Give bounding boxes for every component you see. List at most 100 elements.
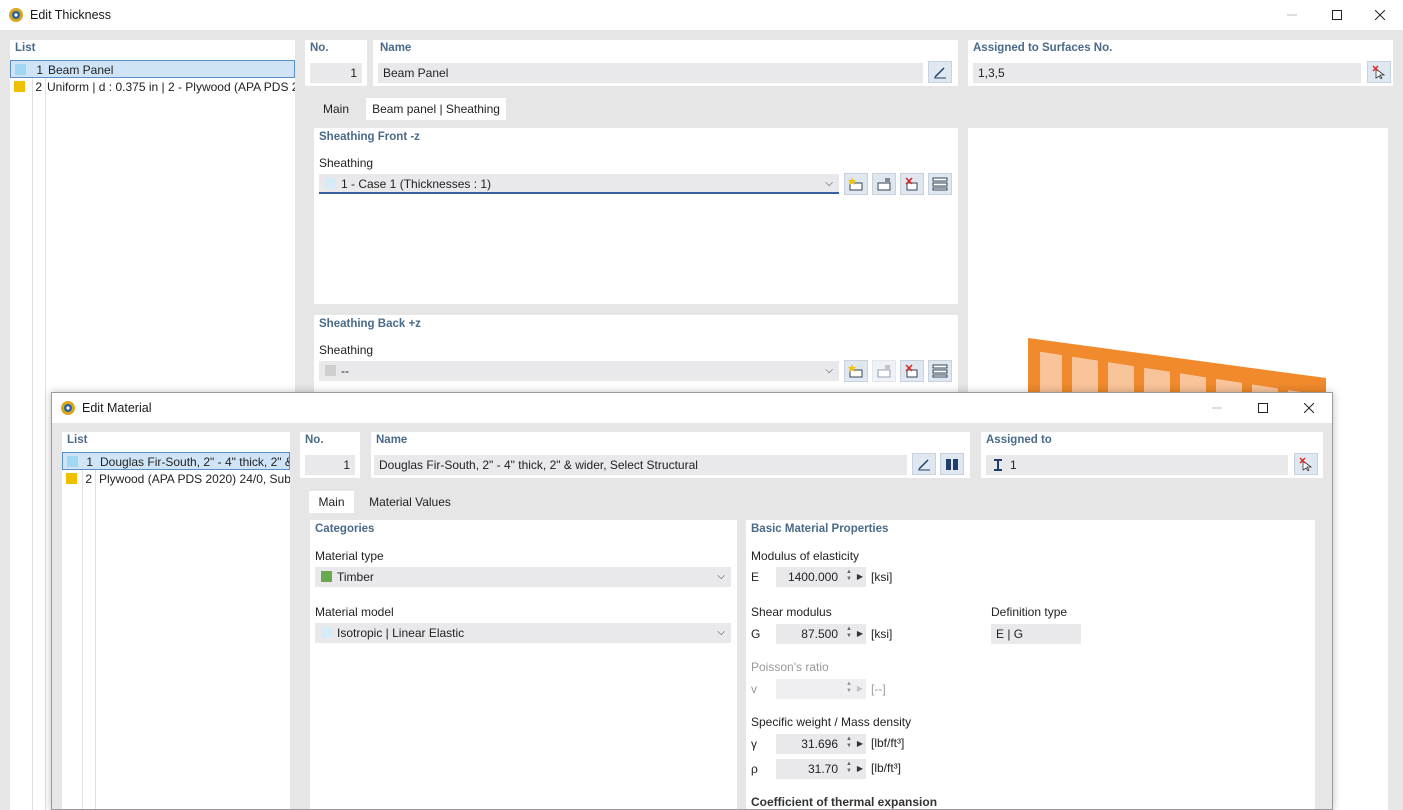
- sheathing-back-select[interactable]: -- ⌵: [319, 361, 839, 381]
- new-sheathing-button[interactable]: [844, 173, 868, 195]
- minimize-button[interactable]: [1269, 0, 1315, 30]
- material-list-panel: List 1 Douglas Fir-South, 2" - 4" thick,…: [62, 432, 290, 809]
- pick-surfaces-button[interactable]: [1367, 61, 1391, 83]
- minimize-icon: [1212, 407, 1222, 409]
- tab-material-values[interactable]: Material Values: [363, 491, 457, 513]
- material-model-select[interactable]: Isotropic | Linear Elastic ⌵: [315, 623, 731, 643]
- pick-assigned-button[interactable]: [1294, 453, 1318, 475]
- member-icon: [994, 459, 1002, 471]
- color-swatch: [15, 64, 26, 75]
- gamma-unit: [lbf/ft³]: [871, 736, 905, 750]
- pick-cursor-icon: [1372, 65, 1386, 79]
- list-icon: [932, 177, 948, 191]
- gamma-symbol: γ: [751, 737, 757, 751]
- thermal-expansion-label: Coefficient of thermal expansion: [751, 795, 938, 809]
- sheathing-back-panel: Sheathing Back +z Sheathing -- ⌵: [314, 315, 958, 395]
- list-item[interactable]: 1 Douglas Fir-South, 2" - 4" thick, 2" &…: [62, 452, 290, 470]
- close-button[interactable]: [1357, 0, 1403, 30]
- number-field[interactable]: 1: [305, 455, 355, 475]
- edit-sheathing-button[interactable]: [872, 173, 896, 195]
- v-symbol: v: [751, 682, 757, 696]
- material-library-button[interactable]: [940, 453, 964, 475]
- assigned-field[interactable]: 1,3,5: [973, 63, 1361, 83]
- sheathing-front-select[interactable]: 1 - Case 1 (Thicknesses : 1) ⌵: [319, 174, 839, 194]
- edit-sheathing-button[interactable]: [872, 360, 896, 382]
- maximize-button[interactable]: [1240, 393, 1286, 423]
- close-icon: [1304, 403, 1314, 413]
- tab-main[interactable]: Main: [309, 491, 354, 513]
- chevron-down-icon: ⌵: [825, 178, 833, 189]
- tab-beam-panel-sheathing[interactable]: Beam panel | Sheathing: [366, 98, 506, 120]
- definition-type-label: Definition type: [991, 605, 1068, 619]
- sheathing-label: Sheathing: [319, 156, 374, 170]
- number-label: No.: [310, 42, 329, 54]
- material-type-color-swatch: [321, 571, 332, 582]
- app-icon: [61, 401, 75, 415]
- assigned-label: Assigned to Surfaces No.: [973, 42, 1113, 54]
- sheathing-back-header: Sheathing Back +z: [319, 318, 421, 330]
- sheathing-label: Sheathing: [319, 343, 374, 357]
- tab-main[interactable]: Main: [311, 98, 361, 120]
- edit-icon: [934, 67, 946, 79]
- minimize-button[interactable]: [1194, 393, 1240, 423]
- name-label: Name: [376, 434, 408, 446]
- material-type-label: Material type: [315, 549, 384, 563]
- categories-header: Categories: [315, 523, 375, 535]
- list-sheathing-button[interactable]: [928, 173, 952, 195]
- sheathing-front-header: Sheathing Front -z: [319, 131, 420, 143]
- e-symbol: E: [751, 570, 760, 584]
- list-item[interactable]: 2 Plywood (APA PDS 2020) 24/0, Subgroup: [62, 470, 290, 488]
- delete-sheathing-button[interactable]: [900, 173, 924, 195]
- delete-sheathing-button[interactable]: [900, 360, 924, 382]
- chevron-down-icon: ⌵: [717, 571, 725, 582]
- material-model-label: Material model: [315, 605, 394, 619]
- name-panel: Name Douglas Fir-South, 2" - 4" thick, 2…: [371, 432, 970, 478]
- name-label: Name: [380, 42, 412, 54]
- list-item[interactable]: 2 Uniform | d : 0.375 in | 2 - Plywood (…: [10, 78, 295, 96]
- rho-symbol: ρ: [751, 762, 758, 776]
- list-sheathing-button[interactable]: [928, 360, 952, 382]
- specific-weight-label: Specific weight / Mass density: [751, 715, 912, 729]
- elasticity-input[interactable]: 1400.000 ▲ ▼ ▶: [776, 567, 866, 587]
- pick-cursor-icon: [1299, 457, 1313, 471]
- window-title: Edit Thickness: [30, 8, 112, 22]
- g-unit: [ksi]: [871, 627, 893, 641]
- app-icon: [9, 8, 23, 22]
- basic-properties-panel: Basic Material Properties Modulus of ela…: [746, 520, 1315, 809]
- shear-input[interactable]: 87.500 ▲ ▼ ▶: [776, 624, 866, 644]
- maximize-button[interactable]: [1314, 0, 1360, 30]
- rho-unit: [lb/ft³]: [871, 761, 902, 775]
- beam-panel-preview: [1028, 338, 1326, 428]
- assigned-field[interactable]: 1: [986, 455, 1288, 475]
- v-unit: [--]: [871, 682, 886, 696]
- edit-item-icon: [877, 178, 891, 191]
- close-icon: [1375, 10, 1385, 20]
- specific-weight-input[interactable]: 31.696 ▲ ▼ ▶: [776, 734, 866, 754]
- list-icon: [932, 364, 948, 378]
- edit-name-button[interactable]: [928, 61, 952, 83]
- number-panel: No. 1: [300, 432, 360, 478]
- mass-density-input[interactable]: 31.70 ▲ ▼ ▶: [776, 759, 866, 779]
- material-type-select[interactable]: Timber ⌵: [315, 567, 731, 587]
- edit-item-icon: [877, 365, 891, 378]
- name-field[interactable]: Beam Panel: [378, 63, 923, 83]
- poisson-input[interactable]: ▲ ▼ ▶: [776, 679, 866, 699]
- list-item[interactable]: 1 Beam Panel: [10, 60, 295, 78]
- number-field[interactable]: 1: [310, 63, 362, 83]
- name-field[interactable]: Douglas Fir-South, 2" - 4" thick, 2" & w…: [374, 455, 907, 475]
- new-item-icon: [848, 177, 863, 191]
- g-symbol: G: [751, 627, 761, 641]
- basic-properties-header: Basic Material Properties: [751, 523, 889, 535]
- assigned-panel: Assigned to 1: [981, 432, 1323, 478]
- close-button[interactable]: [1286, 393, 1332, 423]
- name-panel: Name Beam Panel: [373, 40, 958, 86]
- new-sheathing-button[interactable]: [844, 360, 868, 382]
- title-bar: Edit Material: [52, 393, 1332, 423]
- delete-item-icon: [905, 364, 918, 378]
- assigned-label: Assigned to: [986, 434, 1052, 446]
- color-swatch: [66, 473, 77, 484]
- edit-name-button[interactable]: [912, 453, 936, 475]
- categories-panel: Categories Material type Timber ⌵ Materi…: [310, 520, 737, 809]
- color-swatch: [67, 456, 78, 467]
- chevron-down-icon: ⌵: [825, 365, 833, 376]
